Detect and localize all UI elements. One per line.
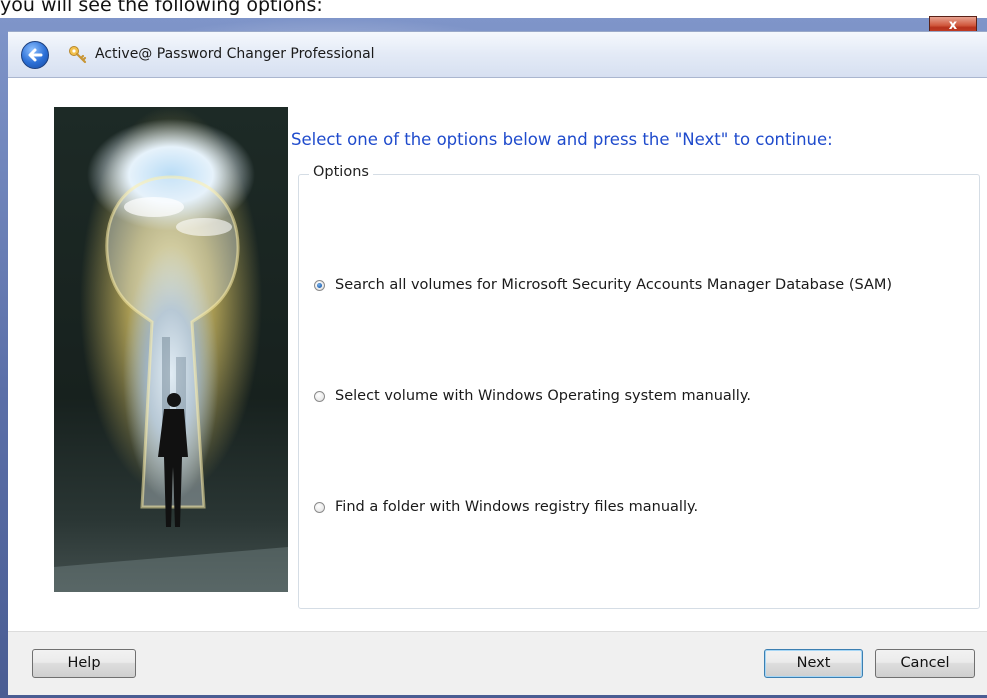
options-group-label: Options [309,164,373,180]
radio-button-selected[interactable] [314,279,325,291]
back-arrow-icon [28,48,43,62]
instruction-text: Select one of the options below and pres… [291,130,833,149]
option-find-registry-folder[interactable]: Find a folder with Windows registry file… [314,496,698,518]
next-button[interactable]: Next [764,649,863,678]
option-select-volume-manually[interactable]: Select volume with Windows Operating sys… [314,385,751,407]
option-label: Find a folder with Windows registry file… [335,499,699,515]
option-label: Search all volumes for Microsoft Securit… [335,277,893,293]
navigation-bar: Active@ Password Changer Professional [8,31,987,78]
option-label: Select volume with Windows Operating sys… [335,388,751,404]
radio-button[interactable] [314,501,325,513]
option-search-all-volumes[interactable]: Search all volumes for Microsoft Securit… [314,274,892,296]
help-button[interactable]: Help [32,649,136,678]
window-title: Active@ Password Changer Professional [95,46,375,62]
back-button[interactable] [21,41,49,69]
radio-button[interactable] [314,390,325,402]
key-icon [69,46,87,64]
keyhole-illustration [54,107,288,592]
wizard-footer: Help Next Cancel [8,631,987,698]
options-group: Options Search all volumes for Microsoft… [298,164,980,609]
document-caption: you will see the following options: [0,0,323,16]
wizard-content: Select one of the options below and pres… [8,78,987,631]
cancel-button[interactable]: Cancel [875,649,975,678]
